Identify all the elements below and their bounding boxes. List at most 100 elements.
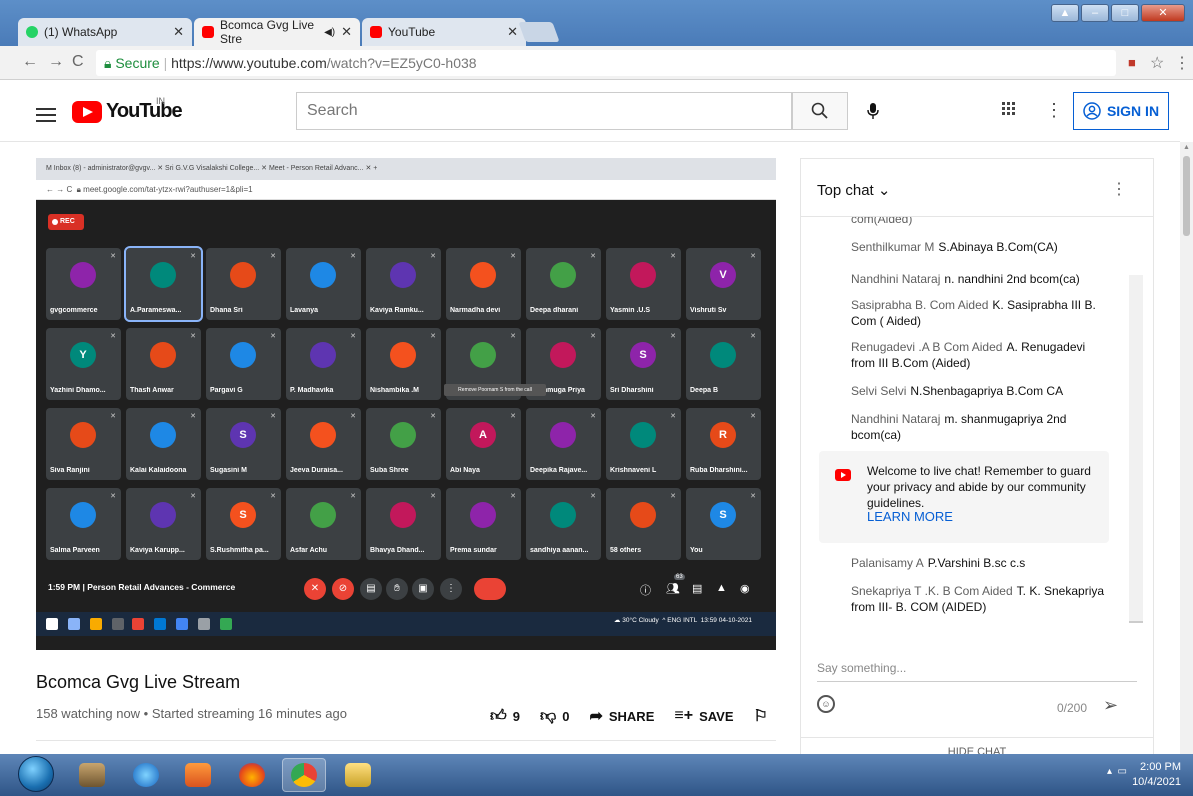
chat-scrollbar[interactable] <box>1129 275 1143 623</box>
participant-tile: S ✕ You <box>686 488 761 560</box>
participant-tile: ✕ Yasmin .U.S <box>606 248 681 320</box>
hamburger-menu-icon[interactable] <box>36 108 56 122</box>
chat-message: Selvi Selvi N.Shenbagapriya B.Com CA <box>851 383 1111 399</box>
maximize-button[interactable]: □ <box>1111 4 1139 22</box>
back-icon[interactable]: ← <box>22 53 38 71</box>
close-icon[interactable]: ✕ <box>341 24 352 40</box>
scroll-up-icon[interactable]: ▲ <box>1183 144 1190 151</box>
tab-whatsapp[interactable]: (1) WhatsApp ✕ <box>18 18 192 46</box>
search-input[interactable]: Search <box>296 92 792 130</box>
scrollbar-thumb[interactable] <box>1183 156 1190 236</box>
close-icon[interactable]: ✕ <box>507 24 518 40</box>
logo-text: YouTube <box>106 100 183 122</box>
participant-name: Jeeva Duraisa... <box>290 467 343 474</box>
participant-name: Kaviya Ramku... <box>370 307 424 314</box>
divider <box>36 740 776 741</box>
muted-mic-icon: ✕ <box>750 493 756 500</box>
region-label: IN <box>156 96 165 106</box>
system-tray[interactable]: ▴ ▭ <box>1107 766 1127 777</box>
participant-avatar: S <box>710 502 736 528</box>
youtube-icon <box>835 469 851 481</box>
user-icon[interactable]: ▲ <box>1051 4 1079 22</box>
minimize-button[interactable]: – <box>1081 4 1109 22</box>
learn-more-link[interactable]: LEARN MORE <box>867 509 953 524</box>
like-button[interactable]: 👍︎ 9 <box>490 707 520 726</box>
sign-in-button[interactable]: SIGN IN <box>1073 92 1169 130</box>
clock[interactable]: 2:00 PM 10/4/2021 <box>1132 760 1181 790</box>
whatsapp-icon <box>26 26 38 38</box>
more-options-icon[interactable]: ⋮ <box>1111 179 1127 199</box>
participant-tile: ✕ Lavanya <box>286 248 361 320</box>
video-player[interactable]: M Inbox (8) - administrator@gvgv... ✕ Sr… <box>36 158 776 650</box>
participant-avatar <box>310 422 336 448</box>
muted-mic-icon: ✕ <box>190 493 196 500</box>
url-field[interactable]: 🔒︎ Secure | https://www.youtube.com/watc… <box>96 50 1116 76</box>
participant-avatar <box>70 262 96 288</box>
media-icon <box>79 763 105 787</box>
participant-tile: Y ✕ Yazhini Dhamo... <box>46 328 121 400</box>
meet-controls-bar: 1:59 PM | Person Retail Advances - Comme… <box>36 570 776 606</box>
speaker-icon[interactable]: ◀) <box>324 27 335 38</box>
star-icon[interactable]: ☆ <box>1150 53 1164 73</box>
send-icon[interactable]: ➢ <box>1103 695 1118 716</box>
apps-grid-icon[interactable] <box>1002 102 1016 116</box>
muted-mic-icon: ✕ <box>270 333 276 340</box>
more-options-icon[interactable]: ⋮ <box>1045 100 1063 121</box>
report-button[interactable]: ⚐ <box>754 706 768 726</box>
thumbs-down-icon: 👎︎ <box>539 707 557 725</box>
taskbar-app-active[interactable] <box>282 758 326 792</box>
inner-clock: 13:59 <box>700 617 717 624</box>
info-icon: ⓘ <box>640 585 651 597</box>
url-path: /watch?v=EZ5yC0-h038 <box>326 55 477 71</box>
participant-name: P. Madhavika <box>290 387 334 394</box>
muted-mic-icon: ✕ <box>750 253 756 260</box>
tab-label: (1) WhatsApp <box>44 25 118 39</box>
extension-icon[interactable]: ■ <box>1128 55 1136 70</box>
youtube-logo[interactable]: YouTube <box>72 100 183 123</box>
chevron-down-icon: ⌄ <box>877 182 891 199</box>
menu-icon[interactable]: ⋮ <box>1174 53 1190 73</box>
character-count: 0/200 <box>1057 701 1088 715</box>
inner-browser-tabs: M Inbox (8) - administrator@gvgv... ✕ Sr… <box>36 158 776 180</box>
dislike-button[interactable]: 👎︎ 0 <box>540 707 569 726</box>
microphone-off-icon: ✕ <box>304 578 326 600</box>
muted-mic-icon: ✕ <box>670 333 676 340</box>
participant-tile: ✕ gvgcommerce <box>46 248 121 320</box>
participant-tile: ✕ Deepa dharani <box>526 248 601 320</box>
raise-hand-icon: ✋︎ <box>386 578 408 600</box>
taskbar-app[interactable] <box>176 758 220 792</box>
taskbar-app[interactable] <box>124 758 168 792</box>
chat-input[interactable]: Say something... <box>817 661 906 675</box>
page-scrollbar[interactable]: ▲ <box>1180 142 1193 754</box>
voice-search-button[interactable] <box>858 96 888 126</box>
search-button[interactable] <box>792 92 848 130</box>
tab-live-stream[interactable]: Bcomca Gvg Live Stre ◀) ✕ <box>194 18 360 46</box>
start-button[interactable] <box>18 756 54 792</box>
muted-mic-icon: ✕ <box>590 253 596 260</box>
muted-mic-icon: ✕ <box>670 493 676 500</box>
close-window-button[interactable]: ✕ <box>1141 4 1185 22</box>
muted-mic-icon: ✕ <box>190 253 196 260</box>
taskbar-app[interactable] <box>336 758 380 792</box>
share-button[interactable]: ➦ SHARE <box>589 706 654 726</box>
save-button[interactable]: ≡+ SAVE <box>674 707 733 725</box>
participant-avatar: A <box>470 422 496 448</box>
top-chat-dropdown[interactable]: Top chat ⌄ <box>817 181 890 199</box>
share-label: SHARE <box>608 708 655 724</box>
tab-youtube[interactable]: YouTube ✕ <box>362 18 526 46</box>
emoji-icon[interactable]: ☺ <box>817 695 835 713</box>
forward-icon[interactable]: → <box>48 53 64 71</box>
close-icon[interactable]: ✕ <box>173 24 184 40</box>
message-author: Renugadevi .A B Com Aided <box>851 340 1003 354</box>
participant-tile: ✕ Bhavya Dhand... <box>366 488 441 560</box>
participant-tile: ✕ 58 others <box>606 488 681 560</box>
participant-name: 58 others <box>610 547 642 554</box>
new-tab-button[interactable] <box>518 22 560 42</box>
reload-icon[interactable]: C <box>72 53 84 71</box>
participant-name: Yasmin .U.S <box>610 307 651 314</box>
participant-name: Deepa B <box>690 387 719 394</box>
taskbar-app[interactable] <box>230 758 274 792</box>
taskbar-app[interactable] <box>70 758 114 792</box>
participant-name: Pargavi G <box>210 387 243 394</box>
scrollbar-thumb[interactable] <box>1129 621 1143 623</box>
